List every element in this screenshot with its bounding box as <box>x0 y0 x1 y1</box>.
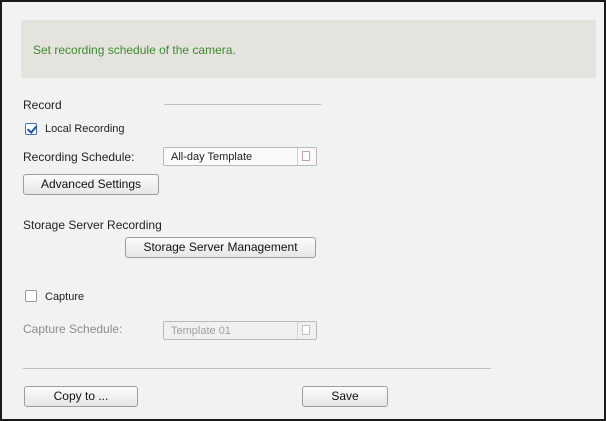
page-icon <box>302 325 310 335</box>
storage-server-management-button[interactable]: Storage Server Management <box>125 237 316 258</box>
record-section-label: Record <box>23 98 62 112</box>
capture-schedule-dropdown[interactable] <box>297 322 316 339</box>
recording-schedule-value: All-day Template <box>171 151 253 163</box>
record-section-divider <box>164 104 321 105</box>
recording-schedule-dropdown[interactable] <box>297 148 316 165</box>
local-recording-checkbox[interactable] <box>25 123 38 135</box>
recording-schedule-label: Recording Schedule: <box>23 150 135 164</box>
capture-schedule-value: Template 01 <box>171 325 231 337</box>
page-icon <box>302 151 310 161</box>
advanced-settings-button[interactable]: Advanced Settings <box>23 174 159 195</box>
info-banner: Set recording schedule of the camera. <box>21 20 596 78</box>
checkmark-icon <box>26 123 38 134</box>
capture-schedule-label: Capture Schedule: <box>23 322 123 336</box>
capture-checkbox[interactable] <box>25 290 37 302</box>
footer-divider <box>23 368 491 369</box>
local-recording-label: Local Recording <box>45 123 125 135</box>
save-button[interactable]: Save <box>302 386 388 407</box>
info-banner-text: Set recording schedule of the camera. <box>33 43 236 57</box>
capture-label: Capture <box>45 291 85 303</box>
schedule-panel: Set recording schedule of the camera. Re… <box>0 0 606 421</box>
copy-to-button[interactable]: Copy to ... <box>24 386 138 407</box>
storage-server-recording-label: Storage Server Recording <box>23 218 162 232</box>
recording-schedule-select[interactable]: All-day Template <box>163 147 317 166</box>
capture-schedule-select[interactable]: Template 01 <box>163 321 317 340</box>
